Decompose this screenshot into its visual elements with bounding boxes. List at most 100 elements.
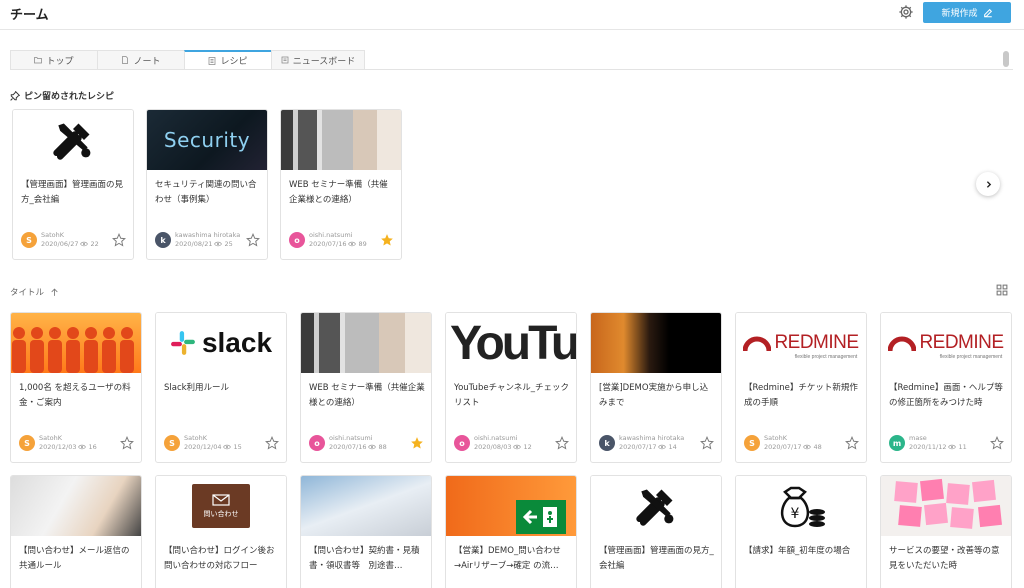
recipe-card[interactable]: 問い合わせ 【問い合わせ】ログイン後お問い合わせの対応フロー [155, 475, 287, 588]
eye-icon [513, 444, 522, 450]
star-icon[interactable] [990, 436, 1004, 450]
card-thumbnail: ¥ [736, 476, 866, 536]
card-date: 2020/07/17 [619, 443, 657, 451]
eye-icon [223, 444, 232, 450]
recipe-card[interactable]: [営業]DEMO実施から申し込みまで k kawashima hirotaka 202… [590, 312, 722, 463]
tab-label: ノート [133, 56, 161, 67]
card-meta: 2020/08/03 12 [474, 443, 532, 451]
card-thumbnail: Security [147, 110, 267, 170]
tab-notes[interactable]: ノート [97, 50, 184, 70]
pinned-section-title: ピン留めされたレシピ [10, 89, 114, 102]
author-name: SatohK [184, 434, 208, 442]
card-thumbnail [301, 313, 431, 373]
grid-view-icon[interactable] [996, 284, 1008, 296]
card-date: 2020/08/21 [175, 240, 213, 248]
recipe-card[interactable]: ¥ 【請求】年額_初年度の場合 [735, 475, 867, 588]
recipe-card[interactable]: slack Slack利用ルール S SatohK 2020/12/04 15 [155, 312, 287, 463]
card-title: 【Redmine】画面・ヘルプ等の修正箇所をみつけた時 [889, 383, 1003, 408]
view-count: 25 [224, 240, 233, 248]
card-meta: 2020/06/27 22 [41, 240, 99, 248]
author-name: SatohK [39, 434, 63, 442]
svg-text:¥: ¥ [791, 506, 800, 522]
view-count: 16 [88, 443, 97, 451]
card-thumbnail: REDMINE flexible project management [881, 313, 1011, 373]
eye-icon [658, 444, 667, 450]
card-title: 【問い合わせ】契約書・見積書・領収書等 別途書… [309, 546, 420, 571]
pin-icon [10, 90, 20, 101]
tab-top[interactable]: トップ [10, 50, 97, 70]
tools-icon [53, 123, 91, 160]
author-name: oishi.natsumi [329, 434, 373, 442]
card-thumbnail: YouTu [446, 313, 576, 373]
recipe-icon [209, 56, 216, 65]
recipe-card[interactable]: サービスの要望・改善等の意見をいただいた時 [880, 475, 1012, 588]
star-icon[interactable] [246, 233, 260, 247]
recipe-card[interactable]: 【営業】DEMO_問い合わせ→Airリザーブ→確定 の流… [445, 475, 577, 588]
edit-icon [983, 8, 992, 17]
avatar: o [454, 435, 470, 451]
recipe-card[interactable]: 【管理画面】管理画面の見方_会社編 [590, 475, 722, 588]
star-icon[interactable] [555, 436, 569, 450]
recipe-card[interactable]: REDMINE flexible project management 【Redmi… [735, 312, 867, 463]
card-thumbnail [591, 476, 721, 536]
redmine-logo-icon [888, 336, 917, 351]
star-icon[interactable] [845, 436, 859, 450]
view-count: 88 [378, 443, 387, 451]
thumb-text: YouTu [450, 316, 576, 370]
card-thumbnail [446, 476, 576, 536]
sort-label: タイトル [10, 288, 45, 298]
carousel-next-button[interactable] [976, 172, 1000, 196]
card-title: サービスの要望・改善等の意見をいただいた時 [889, 546, 1000, 571]
recipe-card[interactable]: WEB セミナー準備（共催企業様との連絡） o oishi.natsumi 2020/… [280, 109, 402, 260]
sort-control[interactable]: タイトル [10, 286, 59, 298]
avatar: S [164, 435, 180, 451]
new-recipe-button[interactable]: 新規作成 [923, 2, 1011, 23]
tab-recipes[interactable]: レシピ [184, 50, 271, 70]
scrollbar[interactable] [1003, 51, 1009, 67]
card-title: [営業]DEMO実施から申し込みまで [599, 383, 709, 408]
thumb-text: REDMINE [774, 332, 859, 353]
thumb-text: 問い合わせ [203, 509, 239, 518]
tab-bar: トップ ノート レシピ ニュースボード [10, 50, 365, 70]
view-count: 48 [813, 443, 822, 451]
view-count: 15 [233, 443, 242, 451]
star-icon[interactable] [120, 436, 134, 450]
card-meta: 2020/11/12 11 [909, 443, 967, 451]
recipe-card[interactable]: Security セキュリティ関連の問い合わせ（事例集） k kawashima hi… [146, 109, 268, 260]
recipe-card[interactable]: 【問い合わせ】契約書・見積書・領収書等 別途書… [300, 475, 432, 588]
recipe-card[interactable]: YouTu YouTubeチャンネル_チェックリスト o oishi.natsumi 2… [445, 312, 577, 463]
card-title: 【営業】DEMO_問い合わせ→Airリザーブ→確定 の流… [454, 546, 561, 571]
eye-icon [803, 444, 812, 450]
card-title: セキュリティ関連の問い合わせ（事例集） [155, 180, 257, 205]
eye-icon [348, 241, 357, 247]
chevron-right-icon [986, 180, 991, 188]
card-meta: 2020/07/17 14 [619, 443, 677, 451]
avatar: o [289, 232, 305, 248]
thumb-text: REDMINE [919, 332, 1004, 353]
star-filled-icon[interactable] [410, 436, 424, 450]
thumb-subtext: flexible project management [939, 354, 1003, 360]
view-count: 89 [358, 240, 367, 248]
card-date: 2020/08/03 [474, 443, 512, 451]
view-count: 14 [668, 443, 677, 451]
star-icon[interactable] [700, 436, 714, 450]
tab-label: トップ [46, 56, 74, 67]
gear-icon[interactable] [898, 4, 914, 20]
avatar: S [744, 435, 760, 451]
star-icon[interactable] [265, 436, 279, 450]
recipe-card[interactable]: 1,000名 を超えるユーザの料金・ご案内 S SatohK 2020/12/03 16 [10, 312, 142, 463]
recipe-card[interactable]: WEB セミナー準備（共催企業様との連絡） o oishi.natsumi 2020/… [300, 312, 432, 463]
view-count: 11 [958, 443, 967, 451]
arrow-up-icon [51, 288, 58, 296]
recipe-card[interactable]: 【管理画面】管理画面の見方_会社編 S SatohK 2020/06/27 22 [12, 109, 134, 260]
recipe-card[interactable]: REDMINE flexible project management 【Redmi… [880, 312, 1012, 463]
card-date: 2020/12/03 [39, 443, 77, 451]
card-date: 2020/07/16 [309, 240, 347, 248]
author-name: SatohK [764, 434, 788, 442]
star-icon[interactable] [112, 233, 126, 247]
star-filled-icon[interactable] [380, 233, 394, 247]
view-count: 22 [90, 240, 99, 248]
recipe-card[interactable]: 【問い合わせ】メール返信の共通ルール [10, 475, 142, 588]
card-title: 【問い合わせ】メール返信の共通ルール [19, 546, 130, 571]
tab-newsboard[interactable]: ニュースボード [271, 50, 365, 70]
